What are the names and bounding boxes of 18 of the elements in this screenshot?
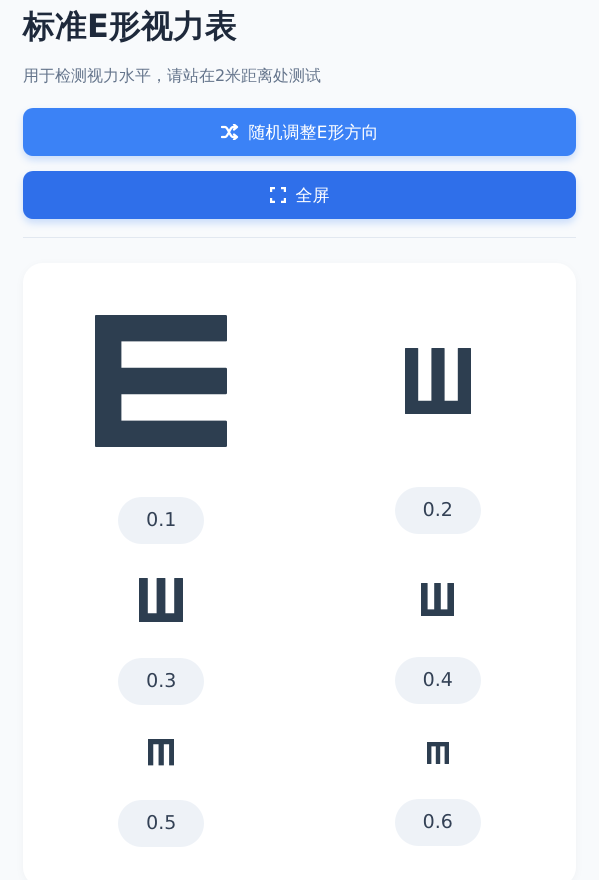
e-optotype-icon bbox=[426, 742, 449, 764]
e-optotype-icon bbox=[148, 739, 174, 766]
acuity-label: 0.5 bbox=[118, 800, 204, 847]
e-optotype-icon bbox=[139, 578, 184, 622]
subtitle: 用于检测视力水平，请站在2米距离处测试 bbox=[23, 65, 322, 87]
action-button[interactable]: 随机调整E形方向 bbox=[23, 108, 576, 156]
e-optotype-icon bbox=[404, 348, 471, 414]
page-title: 标准E形视力表 bbox=[23, 6, 238, 47]
action-button[interactable]: 全屏 bbox=[23, 171, 576, 219]
acuity-label: 0.6 bbox=[394, 799, 481, 846]
acuity-label: 0.4 bbox=[394, 656, 481, 704]
e-optotype-icon bbox=[95, 315, 228, 447]
acuity-label: 0.3 bbox=[118, 658, 204, 706]
acuity-label: 0.1 bbox=[118, 496, 204, 544]
e-optotype-icon bbox=[421, 583, 454, 616]
fullscreen-icon bbox=[270, 187, 286, 203]
shuffle-icon bbox=[220, 124, 239, 140]
acuity-label: 0.2 bbox=[394, 486, 481, 534]
